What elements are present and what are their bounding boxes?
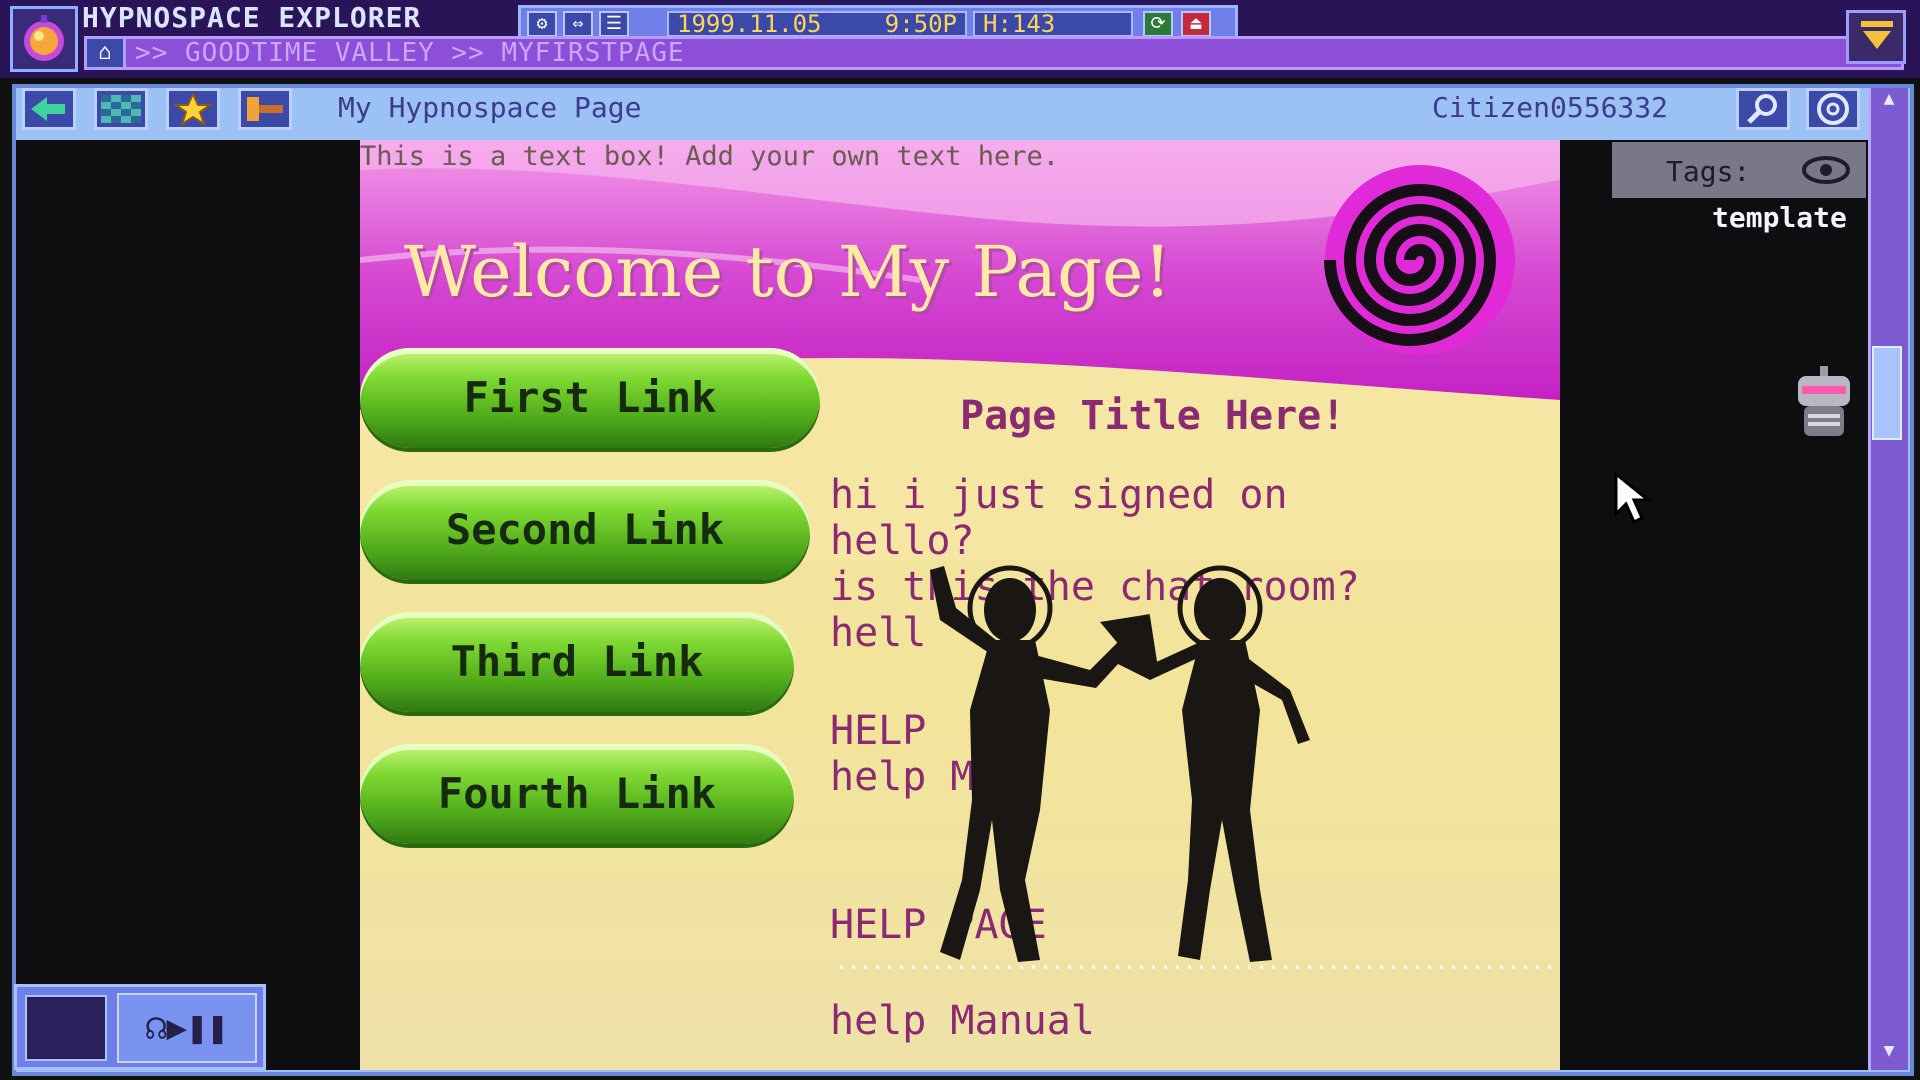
- refresh-icon[interactable]: ⟳: [1143, 11, 1173, 37]
- time-text: 9:50P: [884, 10, 957, 38]
- back-icon: [31, 97, 65, 121]
- tags-label: Tags:: [1666, 155, 1751, 188]
- exit-icon[interactable]: ⏏: [1181, 11, 1211, 37]
- tools-button[interactable]: [238, 88, 292, 130]
- third-link-button[interactable]: Third Link: [360, 612, 794, 712]
- page-title: My Hypnospace Page: [338, 91, 642, 124]
- app-title: HYPNOSPACE EXPLORER: [82, 1, 422, 34]
- first-link-button[interactable]: First Link: [360, 348, 820, 448]
- hammer-icon: [247, 97, 283, 121]
- address-bar[interactable]: ⌂ >> GOODTIME VALLEY >> MYFIRSTPAGE ⏎: [84, 36, 1904, 70]
- citizen-id: Citizen0556332: [1432, 91, 1669, 124]
- fourth-link-button[interactable]: Fourth Link: [360, 744, 794, 844]
- pattern-button[interactable]: [94, 88, 148, 130]
- second-link-button[interactable]: Second Link: [360, 480, 810, 580]
- minimize-icon: [1861, 21, 1893, 49]
- search-icon: [1747, 94, 1777, 124]
- welcome-heading: Welcome to My Page!: [404, 231, 1172, 313]
- menu-icon[interactable]: ☰: [599, 11, 629, 37]
- web-page: This is a text box! Add your own text he…: [360, 140, 1560, 1070]
- home-icon[interactable]: ⌂: [87, 39, 126, 67]
- search-button[interactable]: [1736, 88, 1790, 130]
- eye-icon[interactable]: [1800, 154, 1852, 186]
- chat-line: hi i just signed on: [830, 472, 1288, 518]
- pause-icon[interactable]: ❚❚: [187, 1008, 228, 1048]
- hypnocoin-button[interactable]: [1806, 88, 1860, 130]
- clock-display: 1999.11.05 9:50P: [667, 11, 967, 37]
- address-text: >> GOODTIME VALLEY >> MYFIRSTPAGE: [135, 38, 685, 68]
- star-icon: [172, 91, 214, 127]
- cursor-icon: [1612, 470, 1653, 530]
- chat-line: help Manual: [830, 998, 1095, 1044]
- divider-dots: [840, 965, 1560, 969]
- intro-text-box[interactable]: This is a text box! Add your own text he…: [360, 140, 1560, 174]
- scroll-up-icon[interactable]: ▲: [1877, 88, 1901, 112]
- coin-icon: [1817, 93, 1849, 125]
- dancing-figures-graphic: [930, 565, 1310, 962]
- player-screen: [25, 995, 107, 1061]
- hypnocoin-counter: H:143: [973, 11, 1133, 37]
- play-icon[interactable]: ▶: [167, 1008, 187, 1048]
- resize-icon[interactable]: ⇔: [563, 11, 593, 37]
- minimize-button[interactable]: [1846, 10, 1906, 64]
- chat-line: hello?: [830, 518, 975, 564]
- spiral-graphic: [1324, 165, 1515, 355]
- pattern-icon: [101, 95, 141, 123]
- scroll-thumb[interactable]: [1872, 346, 1902, 440]
- player-controls[interactable]: ☊▶❚❚: [117, 993, 257, 1063]
- robot-icon[interactable]: [1792, 364, 1856, 444]
- settings-icon[interactable]: ⚙: [527, 11, 557, 37]
- media-player: ☊▶❚❚: [14, 984, 266, 1070]
- page-heading: Page Title Here!: [960, 393, 1346, 439]
- scroll-down-icon[interactable]: ▼: [1877, 1040, 1901, 1064]
- date-text: 1999.11.05: [677, 10, 822, 38]
- app-orb-icon[interactable]: [10, 6, 78, 72]
- vertical-scrollbar[interactable]: ▲ ▼: [1868, 88, 1908, 1070]
- tags-sidebar: [1612, 140, 1868, 1070]
- favorites-button[interactable]: [166, 88, 220, 130]
- tag-link[interactable]: template: [1712, 200, 1847, 236]
- back-button[interactable]: [22, 88, 76, 130]
- headphones-icon[interactable]: ☊: [146, 1008, 166, 1048]
